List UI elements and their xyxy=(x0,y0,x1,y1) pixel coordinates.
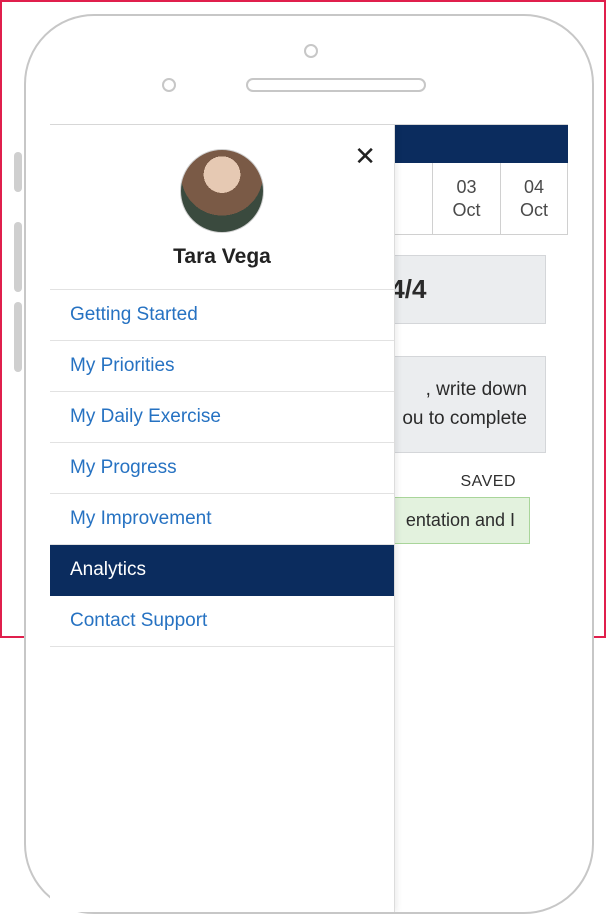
date-day: 04 xyxy=(524,177,544,198)
phone-side-button xyxy=(14,222,22,292)
close-icon: ✕ xyxy=(354,141,376,171)
phone-camera-icon xyxy=(162,78,176,92)
saved-label: SAVED xyxy=(460,473,516,490)
menu-item-label: My Progress xyxy=(70,457,177,478)
phone-frame: 03 Oct 04 Oct xxxxxxxxxxxxxxxxrcise 4/4 … xyxy=(24,14,594,914)
menu-item-my-priorities[interactable]: My Priorities xyxy=(50,341,394,392)
phone-screen: 03 Oct 04 Oct xxxxxxxxxxxxxxxxrcise 4/4 … xyxy=(50,124,568,912)
date-month: Oct xyxy=(520,200,548,221)
close-button[interactable]: ✕ xyxy=(350,139,380,173)
side-drawer: ✕ Tara Vega Getting Started My Prioritie… xyxy=(50,125,395,912)
exercise-body-line: ou to complete xyxy=(402,408,527,429)
menu-item-label: Getting Started xyxy=(70,304,198,325)
profile-section: Tara Vega xyxy=(50,125,394,290)
menu-item-label: My Daily Exercise xyxy=(70,406,221,427)
menu-item-my-improvement[interactable]: My Improvement xyxy=(50,494,394,545)
phone-side-button xyxy=(14,302,22,372)
note-text: entation and I xyxy=(406,510,515,530)
menu-item-label: My Improvement xyxy=(70,508,211,529)
drawer-menu: Getting Started My Priorities My Daily E… xyxy=(50,290,394,647)
avatar[interactable] xyxy=(180,149,264,233)
menu-item-label: My Priorities xyxy=(70,355,175,376)
menu-item-contact-support[interactable]: Contact Support xyxy=(50,596,394,647)
exercise-body-line: , write down xyxy=(426,379,527,400)
date-month: Oct xyxy=(452,200,480,221)
menu-item-label: Analytics xyxy=(70,559,146,580)
date-cell[interactable]: 04 Oct xyxy=(500,163,568,234)
menu-item-getting-started[interactable]: Getting Started xyxy=(50,290,394,341)
date-cell[interactable]: 03 Oct xyxy=(432,163,500,234)
date-day: 03 xyxy=(456,177,476,198)
menu-item-label: Contact Support xyxy=(70,610,207,631)
phone-side-button xyxy=(14,152,22,192)
phone-speaker-icon xyxy=(246,78,426,92)
menu-item-my-daily-exercise[interactable]: My Daily Exercise xyxy=(50,392,394,443)
menu-item-my-progress[interactable]: My Progress xyxy=(50,443,394,494)
menu-item-analytics[interactable]: Analytics xyxy=(50,545,394,596)
user-name: Tara Vega xyxy=(173,245,271,269)
